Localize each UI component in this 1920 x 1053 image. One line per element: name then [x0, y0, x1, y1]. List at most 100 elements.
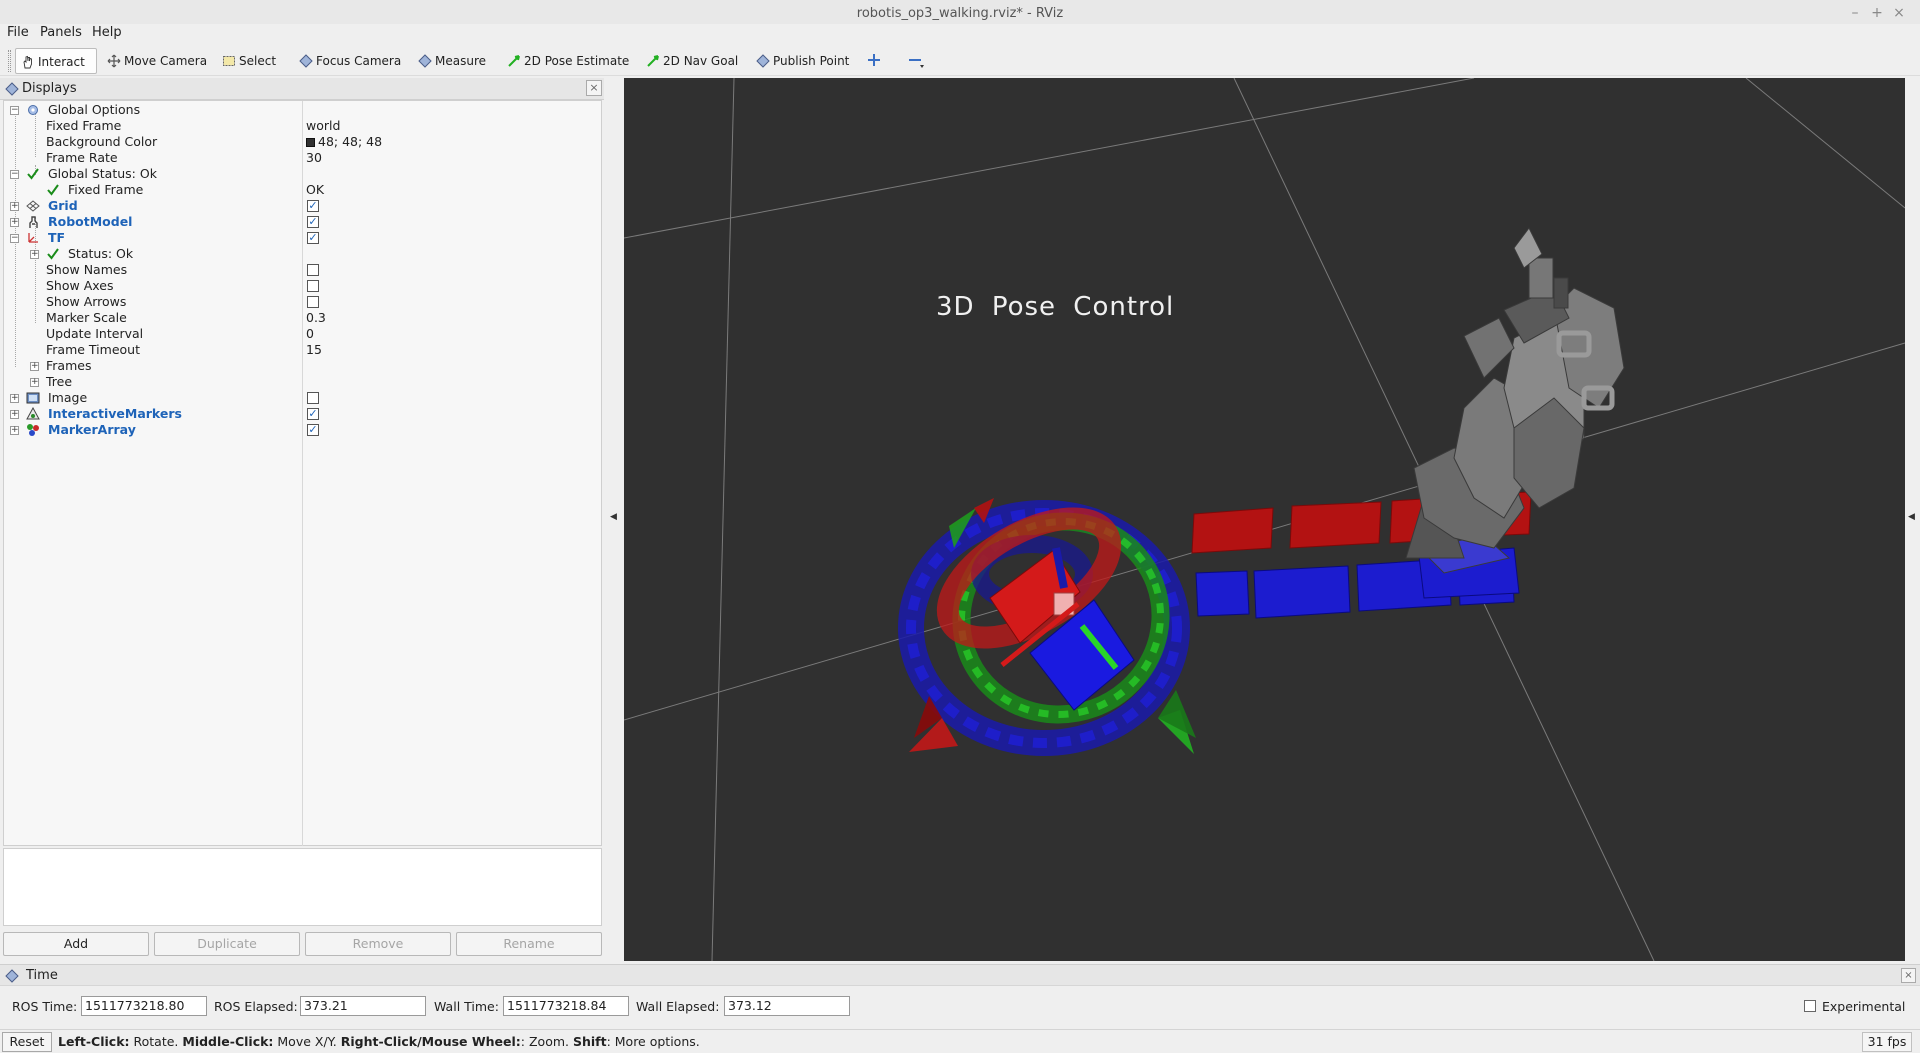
- tool-interact[interactable]: Interact: [15, 48, 97, 74]
- tool-focus-camera[interactable]: Focus Camera: [294, 48, 407, 74]
- expand-icon[interactable]: +: [10, 202, 19, 211]
- tree-row-tree[interactable]: + Tree: [4, 374, 601, 390]
- interactivemarkers-checkbox[interactable]: ✓: [307, 408, 319, 420]
- tree-label: Fixed Frame: [46, 118, 122, 133]
- hint-middle-key: Middle-Click:: [182, 1034, 274, 1049]
- wall-elapsed-field[interactable]: 373.12: [724, 996, 850, 1016]
- left-splitter[interactable]: ◀: [606, 78, 624, 961]
- menu-help[interactable]: Help: [92, 25, 122, 40]
- rename-button[interactable]: Rename: [456, 932, 602, 956]
- tree-row-frame-rate[interactable]: Frame Rate 30: [4, 150, 601, 166]
- ros-time-field[interactable]: 1511773218.80: [81, 996, 207, 1016]
- experimental-label: Experimental: [1822, 999, 1906, 1014]
- hint-shift-text: : More options.: [606, 1034, 700, 1049]
- close-icon[interactable]: ×: [1901, 968, 1916, 983]
- tree-row-status-fixed-frame[interactable]: Fixed Frame OK: [4, 182, 601, 198]
- diamond-icon: [418, 54, 432, 68]
- tool-select[interactable]: Select: [217, 48, 282, 74]
- tree-row-marker-scale[interactable]: Marker Scale 0.3: [4, 310, 601, 326]
- hint-left-text: Rotate.: [129, 1034, 183, 1049]
- expand-icon[interactable]: +: [30, 362, 39, 371]
- tree-row-show-names[interactable]: Show Names: [4, 262, 601, 278]
- wall-time-field[interactable]: 1511773218.84: [503, 996, 629, 1016]
- update-interval-value[interactable]: 0: [306, 326, 314, 342]
- menu-file[interactable]: File: [7, 25, 29, 40]
- diamond-icon: [299, 54, 313, 68]
- tree-row-show-axes[interactable]: Show Axes: [4, 278, 601, 294]
- grid-checkbox[interactable]: ✓: [307, 200, 319, 212]
- duplicate-button[interactable]: Duplicate: [154, 932, 300, 956]
- toolbar: Interact Move Camera Select Focus Camera…: [0, 46, 1920, 76]
- tree-row-grid[interactable]: + Grid ✓: [4, 198, 601, 214]
- add-button[interactable]: Add: [3, 932, 149, 956]
- tool-measure[interactable]: Measure: [413, 48, 492, 74]
- tree-row-tf[interactable]: − TF ✓: [4, 230, 601, 246]
- pose-control-label: 3D Pose Control: [936, 292, 1175, 322]
- maximize-icon[interactable]: +: [1868, 4, 1886, 22]
- tree-row-fixed-frame[interactable]: Fixed Frame world: [4, 118, 601, 134]
- menu-panels[interactable]: Panels: [40, 25, 82, 40]
- 3d-viewport[interactable]: 3D Pose Control: [624, 78, 1905, 961]
- green-arrow-icon: [508, 55, 520, 67]
- tree-row-robotmodel[interactable]: + RobotModel ✓: [4, 214, 601, 230]
- expand-icon[interactable]: +: [30, 250, 39, 259]
- marker-scale-value[interactable]: 0.3: [306, 310, 326, 326]
- tree-row-show-arrows[interactable]: Show Arrows: [4, 294, 601, 310]
- close-icon[interactable]: ×: [586, 80, 602, 96]
- frame-rate-value[interactable]: 30: [306, 150, 322, 166]
- ros-time-label: ROS Time:: [12, 999, 78, 1014]
- tool-2d-pose-estimate[interactable]: 2D Pose Estimate: [502, 48, 635, 74]
- markerarray-checkbox[interactable]: ✓: [307, 424, 319, 436]
- show-arrows-checkbox[interactable]: [307, 296, 319, 308]
- tree-row-frame-timeout[interactable]: Frame Timeout 15: [4, 342, 601, 358]
- move-camera-icon: [107, 54, 121, 68]
- robotmodel-checkbox[interactable]: ✓: [307, 216, 319, 228]
- diamond-icon: [5, 969, 19, 983]
- tree-label: Grid: [48, 198, 78, 213]
- expand-icon[interactable]: +: [30, 378, 39, 387]
- show-axes-checkbox[interactable]: [307, 280, 319, 292]
- toolbar-grip[interactable]: [8, 50, 11, 72]
- tree-row-background-color[interactable]: Background Color 48; 48; 48: [4, 134, 601, 150]
- image-icon: [26, 392, 40, 404]
- expand-icon[interactable]: +: [10, 218, 19, 227]
- collapse-icon[interactable]: −: [10, 170, 19, 179]
- add-tool-icon[interactable]: [866, 52, 882, 68]
- expand-icon[interactable]: +: [10, 394, 19, 403]
- fixed-frame-value[interactable]: world: [306, 118, 340, 134]
- close-icon[interactable]: ×: [1890, 4, 1908, 22]
- right-splitter[interactable]: ◀: [1905, 78, 1920, 961]
- ros-elapsed-label: ROS Elapsed:: [214, 999, 298, 1014]
- minimize-icon[interactable]: –: [1846, 4, 1864, 22]
- tree-row-global-options[interactable]: − Global Options: [4, 102, 601, 118]
- mouse-hint: Left-Click: Rotate. Middle-Click: Move X…: [58, 1034, 700, 1049]
- tool-publish-point-label: Publish Point: [773, 54, 850, 68]
- expand-icon[interactable]: +: [10, 426, 19, 435]
- frame-timeout-value[interactable]: 15: [306, 342, 322, 358]
- expand-icon[interactable]: +: [10, 410, 19, 419]
- tree-row-update-interval[interactable]: Update Interval 0: [4, 326, 601, 342]
- background-color-value[interactable]: 48; 48; 48: [306, 134, 382, 150]
- tree-row-frames[interactable]: + Frames: [4, 358, 601, 374]
- tree-row-interactivemarkers[interactable]: + InteractiveMarkers ✓: [4, 406, 601, 422]
- reset-button[interactable]: Reset: [2, 1032, 52, 1052]
- ros-elapsed-field[interactable]: 373.21: [300, 996, 426, 1016]
- tool-move-camera[interactable]: Move Camera: [102, 48, 213, 74]
- tool-publish-point[interactable]: Publish Point: [751, 48, 855, 74]
- experimental-checkbox[interactable]: [1804, 1000, 1816, 1012]
- collapse-right-icon[interactable]: ◀: [1908, 512, 1915, 522]
- show-names-checkbox[interactable]: [307, 264, 319, 276]
- tf-checkbox[interactable]: ✓: [307, 232, 319, 244]
- remove-tool-icon[interactable]: [907, 52, 927, 70]
- tree-row-markerarray[interactable]: + MarkerArray ✓: [4, 422, 601, 438]
- tree-row-tf-status[interactable]: + Status: Ok: [4, 246, 601, 262]
- collapse-icon[interactable]: −: [10, 106, 19, 115]
- tree-row-global-status[interactable]: − Global Status: Ok: [4, 166, 601, 182]
- tree-row-image[interactable]: + Image: [4, 390, 601, 406]
- collapse-left-icon[interactable]: ◀: [610, 512, 617, 522]
- image-checkbox[interactable]: [307, 392, 319, 404]
- time-panel-title: Time: [26, 968, 58, 983]
- collapse-icon[interactable]: −: [10, 234, 19, 243]
- tool-2d-nav-goal[interactable]: 2D Nav Goal: [641, 48, 744, 74]
- remove-button[interactable]: Remove: [305, 932, 451, 956]
